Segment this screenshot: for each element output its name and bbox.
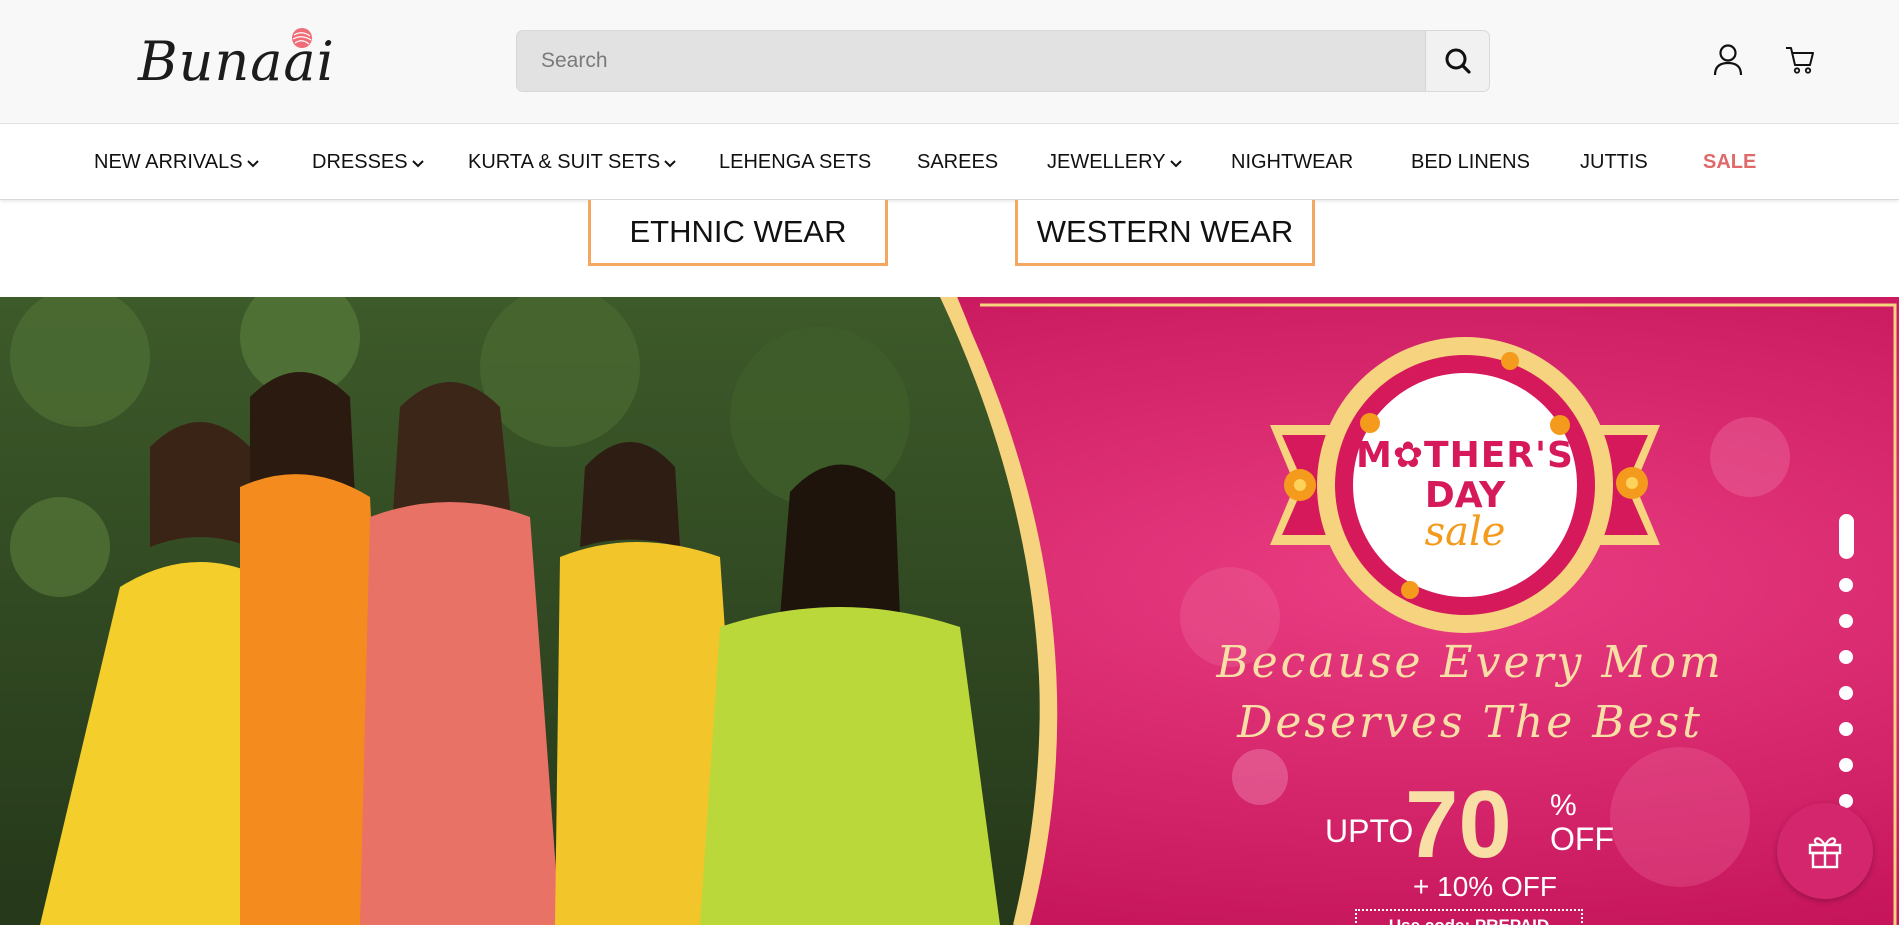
tab-label: WESTERN WEAR [1036, 213, 1294, 249]
chevron-down-icon [1169, 159, 1182, 167]
tagline-line-2: Deserves The Best [1237, 697, 1703, 748]
offer-percent: % [1550, 789, 1577, 822]
slide-dot[interactable] [1839, 650, 1853, 664]
nav-item-kurta-suit-sets[interactable]: KURTA & SUIT SETS [468, 124, 676, 200]
tagline-line-1: Because Every Mom [1216, 637, 1724, 688]
nav-item-label: SAREES [917, 150, 999, 173]
search-button[interactable] [1425, 31, 1489, 91]
slide-dot[interactable] [1839, 686, 1853, 700]
nav-item-label: LEHENGA SETS [719, 150, 872, 173]
nav-item-sale[interactable]: SALE [1703, 124, 1756, 200]
account-button[interactable] [1708, 40, 1748, 80]
nav-item-juttis[interactable]: JUTTIS [1580, 124, 1648, 200]
nav-item-jewellery[interactable]: JEWELLERY [1047, 124, 1182, 200]
gift-icon [1808, 837, 1842, 869]
slide-dot[interactable] [1839, 758, 1853, 772]
site-header: Bunaai [0, 0, 1899, 124]
nav-item-bed-linens[interactable]: BED LINENS [1411, 124, 1530, 200]
chevron-down-icon [246, 159, 259, 167]
bunaai-logo[interactable]: Bunaai [136, 24, 334, 104]
slide-dot[interactable] [1839, 722, 1853, 736]
hero-banner[interactable]: M✿THER'S DAY sale Because Every Mom Dese… [0, 297, 1899, 925]
western-wear-tab[interactable]: WESTERN WEAR [1015, 200, 1315, 266]
nav-item-label: NEW ARRIVALS [94, 150, 243, 173]
search-icon [1445, 48, 1471, 74]
nav-item-label: BED LINENS [1411, 150, 1530, 173]
offer-suffix: OFF [1550, 821, 1614, 857]
discount-offer: UPTO 70 % OFF [1325, 775, 1645, 875]
mothers-day-promo: M✿THER'S DAY sale Because Every Mom Dese… [1160, 297, 1810, 925]
nav-item-new-arrivals[interactable]: NEW ARRIVALS [94, 124, 259, 200]
chevron-down-icon [664, 159, 676, 167]
slide-dot[interactable] [1839, 578, 1853, 592]
prepaid-code-box: Use code: PREPAID [1355, 909, 1583, 925]
nav-item-dresses[interactable]: DRESSES [312, 124, 424, 200]
extra-offer: + 10% OFF [1413, 871, 1557, 902]
ethnic-wear-tab[interactable]: ETHNIC WEAR [588, 200, 888, 266]
nav-item-label: NIGHTWEAR [1231, 150, 1354, 173]
slide-dot-active[interactable] [1839, 514, 1854, 559]
slide-dot[interactable] [1839, 614, 1853, 628]
offer-prefix: UPTO [1325, 813, 1414, 849]
nav-item-lehenga-sets[interactable]: LEHENGA SETS [719, 124, 871, 200]
nav-item-label: KURTA & SUIT SETS [468, 150, 661, 173]
nav-item-sarees[interactable]: SAREES [917, 124, 998, 200]
gift-button[interactable] [1777, 803, 1873, 899]
main-navigation: NEW ARRIVALS DRESSES KURTA & SUIT SETS L… [0, 124, 1899, 200]
chevron-down-icon [411, 159, 424, 167]
search-input[interactable] [517, 31, 1425, 91]
nav-item-label: JUTTIS [1580, 150, 1648, 173]
cart-button[interactable] [1780, 40, 1820, 80]
yarn-ball-icon [292, 28, 312, 48]
slider-pagination [1834, 514, 1856, 814]
badge-title: M✿THER'S [1356, 435, 1574, 476]
badge-script: sale [1424, 509, 1506, 555]
cart-icon [1786, 47, 1814, 74]
tab-label: ETHNIC WEAR [629, 213, 847, 249]
offer-value: 70 [1405, 771, 1512, 878]
account-icon [1713, 44, 1743, 76]
nav-item-label: JEWELLERY [1047, 150, 1166, 173]
nav-item-nightwear[interactable]: NIGHTWEAR [1231, 124, 1353, 200]
nav-item-label: DRESSES [312, 150, 408, 173]
search-bar [516, 30, 1490, 92]
nav-item-label: SALE [1703, 150, 1757, 173]
